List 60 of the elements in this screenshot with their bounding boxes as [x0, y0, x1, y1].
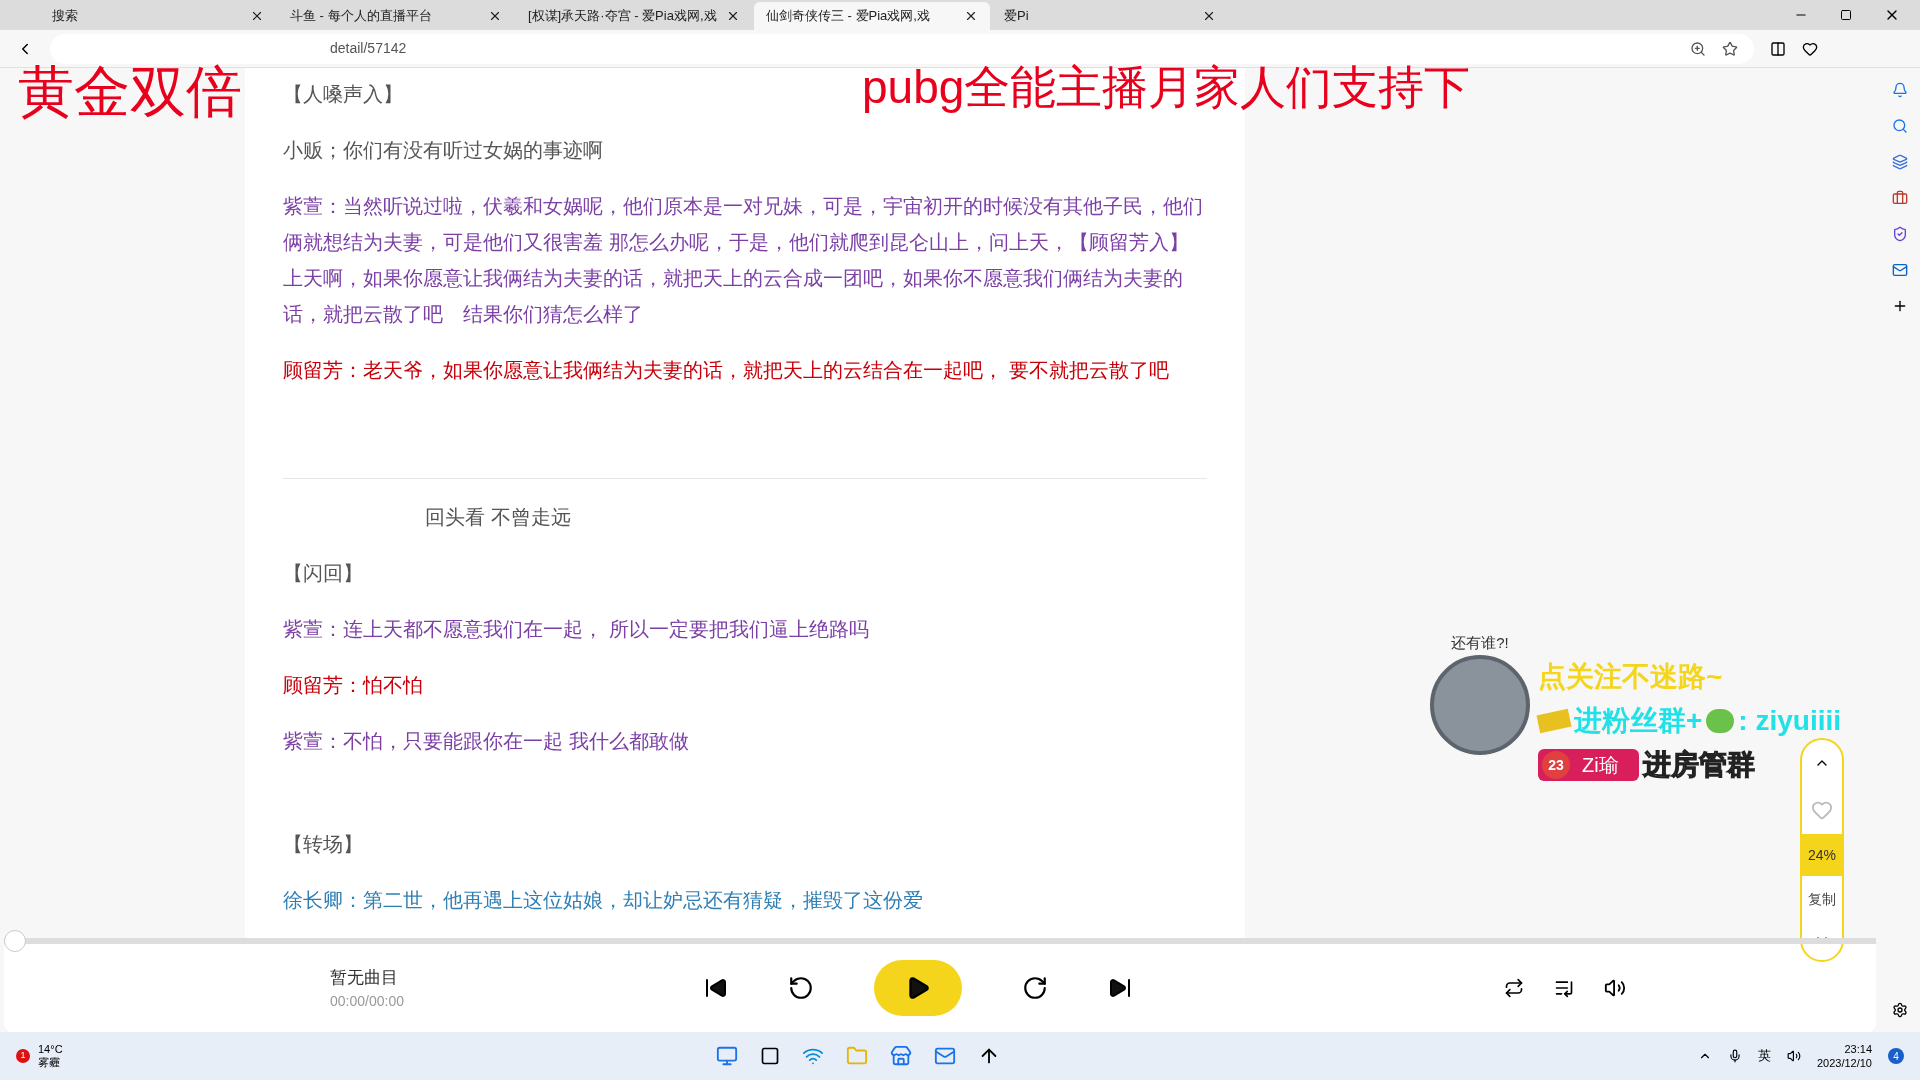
badge-name: Zi瑜 [1582, 753, 1619, 778]
script-line: 顾留芳：怕不怕 [283, 673, 423, 699]
track-title: 暂无曲目 [330, 967, 399, 989]
script-line: 紫萱：当然听说过啦，伏羲和女娲呢，他们原本是一对兄妹，可是，宇宙初开的时候没有其他子民，他们俩就想结为夫妻，可是他们又很害羞 那怎么办呢，于是，他们就爬到昆仑山上，问上天，【顾留芳入】上天啊，如果你愿意让我俩结为夫妻的话，就把天上的云合成一团吧，如果你不愿意我们俩结为夫妻的话，就把云散了吧 结果你们猜怎么样了 [283, 194, 1204, 328]
volume-icon[interactable] [1786, 1049, 1801, 1064]
script-line: 【人嗓声入】 [283, 82, 403, 108]
shield-icon[interactable] [1892, 226, 1908, 243]
group-text: 进粉丝群+ [1574, 704, 1703, 738]
clock-time: 23:14 [1844, 1042, 1872, 1057]
temperature: 14°C [38, 1043, 63, 1057]
split-icon[interactable] [1770, 40, 1786, 57]
repeat-icon[interactable] [1504, 978, 1524, 999]
script-line: 徐长卿：第二世，他再遇上这位姑娘，却让妒忌还有猜疑，摧毁了这份爱 [283, 888, 923, 914]
banner-text: 黄金双倍 [18, 62, 242, 122]
maximize-icon[interactable] [1840, 9, 1852, 21]
browser-tab[interactable]: 仙剑奇侠传三 - 爱Pia戏网,戏 [754, 2, 990, 30]
weather-badge: 1 [16, 1049, 30, 1064]
forward-icon[interactable] [1021, 975, 1048, 1002]
script-line: 紫萱：连上天都不愿意我们在一起， 所以一定要把我们逼上绝路吗 [283, 617, 869, 643]
close-icon[interactable] [1202, 9, 1216, 23]
close-icon[interactable] [488, 9, 502, 23]
close-icon[interactable] [250, 9, 264, 23]
microphone-icon[interactable] [1727, 1049, 1742, 1064]
manager-text: 进房管群 [1642, 748, 1755, 782]
clock-date: 2023/12/10 [1816, 1056, 1872, 1071]
wechat-id: : ziyuiiii [1738, 704, 1842, 738]
url-text: detail/57142 [329, 39, 408, 59]
script-line: 【闪回】 [283, 561, 363, 587]
layers-icon[interactable] [1892, 154, 1908, 171]
mail-icon[interactable] [1892, 262, 1908, 279]
script-line: 紫萱：不怕，只要能跟你在一起 我什么都敢做 [283, 729, 689, 755]
input-method[interactable]: 英 [1757, 1046, 1771, 1066]
zoom-icon[interactable] [1690, 40, 1706, 57]
script-line: 小贩；你们有没有听过女娲的事迹啊 [283, 138, 603, 164]
playlist-icon[interactable] [1554, 978, 1574, 999]
progress-percent: 24% [1802, 834, 1842, 877]
briefcase-icon[interactable] [1892, 190, 1908, 207]
track-time: 00:00/00:00 [330, 991, 404, 1011]
section-heading: 回头看 不曾走远 [425, 505, 571, 531]
rewind-icon[interactable] [787, 975, 814, 1002]
search-icon[interactable] [1892, 118, 1908, 135]
health-icon[interactable] [1802, 40, 1818, 57]
bell-icon[interactable] [1892, 82, 1908, 99]
follow-text: 点关注不迷路~ [1538, 660, 1724, 694]
close-icon[interactable] [964, 9, 978, 23]
progress-thumb[interactable] [4, 930, 26, 953]
store-icon[interactable] [890, 1045, 912, 1068]
close-icon[interactable] [726, 9, 740, 23]
script-line: 【转场】 [283, 832, 363, 858]
settings-icon[interactable] [1892, 1002, 1908, 1019]
favorite-icon[interactable] [1722, 40, 1738, 57]
speech-text: 还有谁?! [1451, 633, 1509, 653]
copy-button[interactable]: 复制 [1808, 876, 1836, 923]
address-bar[interactable]: detail/57142 [50, 33, 1754, 64]
script-line: 顾留芳：老天爷，如果你愿意让我俩结为夫妻的话，就把天上的云结合在一起吧， 要不就把云散了吧 [283, 358, 1169, 384]
notification-badge[interactable]: 4 [1888, 1048, 1904, 1065]
chat-icon [1706, 709, 1735, 733]
banner-text: pubg全能主播月家人们支持下 [862, 62, 1471, 112]
badge-level: 23 [1542, 751, 1570, 779]
weather-text: 雾霾 [38, 1056, 61, 1070]
